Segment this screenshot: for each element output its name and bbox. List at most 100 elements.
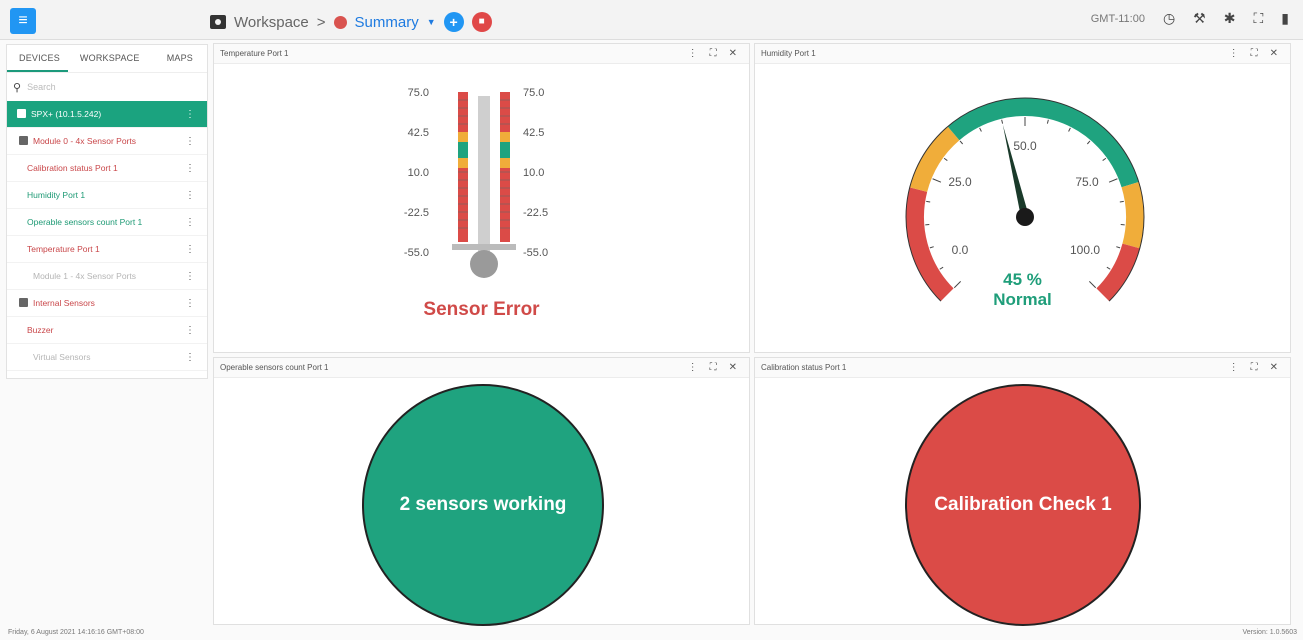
device-icon — [17, 109, 26, 118]
tab-workspace[interactable]: WORKSPACE — [68, 45, 148, 72]
tree-item-label: Virtual Sensors — [33, 352, 91, 362]
clock-icon[interactable]: ◷ — [1163, 10, 1175, 27]
breadcrumb-current[interactable]: Summary — [355, 14, 419, 31]
panel-header: Operable sensors count Port 1 ⋮ ⛶ ✕ — [214, 358, 749, 378]
close-icon[interactable]: ✕ — [1270, 358, 1278, 378]
top-bar: ≡ Workspace > Summary ▼ + ■ GMT-11:00 ◷ … — [0, 0, 1303, 40]
temp-scale-label: 42.5 — [523, 127, 544, 139]
more-options-icon[interactable]: ⋮ — [185, 344, 195, 371]
tree-item-calibration[interactable]: Calibration status Port 1 ⋮ — [7, 155, 207, 182]
more-options-icon[interactable]: ⋮ — [185, 263, 195, 290]
module-icon — [19, 136, 28, 145]
humidity-value: 45 % — [1003, 270, 1042, 289]
tree-item-label: SPX+ (10.1.5.242) — [31, 109, 102, 119]
panel-title: Humidity Port 1 — [761, 49, 816, 58]
temp-scale-label: 42.5 — [408, 127, 429, 139]
humidity-panel: Humidity Port 1 ⋮ ⛶ ✕ 0.0 25.0 50.0 75.0… — [754, 43, 1291, 353]
save-icon[interactable]: ■ — [471, 12, 492, 32]
temperature-status: Sensor Error — [423, 299, 540, 320]
status-datetime: Friday, 6 August 2021 14:16:16 GMT+08:00 — [8, 629, 144, 636]
panel-title: Operable sensors count Port 1 — [220, 363, 329, 372]
more-options-icon[interactable]: ⋮ — [688, 358, 698, 378]
tree-item-module-0[interactable]: Module 0 - 4x Sensor Ports ⋮ — [7, 128, 207, 155]
fullscreen-icon[interactable]: ⛶ — [1253, 10, 1263, 27]
search-input[interactable]: Search — [27, 82, 56, 92]
more-options-icon[interactable]: ⋮ — [185, 209, 195, 236]
more-options-icon[interactable]: ⋮ — [185, 290, 195, 317]
close-icon[interactable]: ✕ — [1270, 44, 1278, 64]
gauge-scale-label: 0.0 — [952, 243, 969, 257]
temp-scale-label: 75.0 — [408, 87, 429, 99]
panel-tools: ⋮ ⛶ ✕ — [1229, 358, 1278, 378]
more-options-icon[interactable]: ⋮ — [185, 155, 195, 182]
gauge-arc-segment — [947, 98, 1139, 188]
trash-icon[interactable]: ▮ — [1281, 10, 1289, 27]
tree-item-virtual-sensors[interactable]: Virtual Sensors ⋮ — [7, 344, 207, 371]
wrench-icon[interactable]: ⚒ — [1193, 10, 1206, 27]
tree-item-temperature[interactable]: Temperature Port 1 ⋮ — [7, 236, 207, 263]
chevron-down-icon[interactable]: ▼ — [427, 17, 436, 27]
breadcrumb-root[interactable]: Workspace — [234, 14, 309, 31]
tree-item-label: Humidity Port 1 — [27, 190, 86, 200]
module-icon — [19, 298, 28, 307]
menu-icon[interactable]: ≡ — [10, 8, 36, 34]
panel-header: Temperature Port 1 ⋮ ⛶ ✕ — [214, 44, 749, 64]
temp-scale-label: -55.0 — [404, 247, 429, 259]
tree-item-module-1[interactable]: Module 1 - 4x Sensor Ports ⋮ — [7, 263, 207, 290]
more-options-icon[interactable]: ⋮ — [185, 236, 195, 263]
more-options-icon[interactable]: ⋮ — [185, 101, 195, 128]
calibration-panel: Calibration status Port 1 ⋮ ⛶ ✕ Calibrat… — [754, 357, 1291, 626]
camera-icon[interactable] — [210, 15, 226, 29]
tree-item-humidity[interactable]: Humidity Port 1 ⋮ — [7, 182, 207, 209]
operable-sensors-panel: Operable sensors count Port 1 ⋮ ⛶ ✕ 2 se… — [213, 357, 750, 626]
breadcrumb: Workspace > Summary ▼ + ■ — [210, 11, 492, 33]
tab-maps[interactable]: MAPS — [155, 45, 207, 72]
gauge-scale-label: 25.0 — [948, 175, 972, 189]
tree-item-operable[interactable]: Operable sensors count Port 1 ⋮ — [7, 209, 207, 236]
panel-title: Temperature Port 1 — [220, 49, 289, 58]
status-bar: Friday, 6 August 2021 14:16:16 GMT+08:00… — [0, 626, 1303, 640]
add-icon[interactable]: + — [443, 12, 464, 32]
fullscreen-icon[interactable]: ⛶ — [710, 44, 717, 64]
gauge-arc-segment — [1121, 182, 1144, 249]
tree-item-spx[interactable]: SPX+ (10.1.5.242) ⋮ — [7, 101, 207, 128]
thermometer-bulb — [470, 250, 498, 278]
tree-item-buzzer[interactable]: Buzzer ⋮ — [7, 317, 207, 344]
breadcrumb-separator: > — [316, 13, 326, 31]
panel-tools: ⋮ ⛶ ✕ — [1229, 44, 1278, 64]
search-box[interactable]: ⚲ Search — [7, 73, 207, 101]
tree-item-label: Buzzer — [27, 325, 54, 335]
tree-item-label: Operable sensors count Port 1 — [27, 217, 143, 227]
tab-devices[interactable]: DEVICES — [7, 45, 68, 72]
more-options-icon[interactable]: ⋮ — [688, 44, 698, 64]
panel-title: Calibration status Port 1 — [761, 363, 847, 372]
summary-status-dot — [333, 15, 347, 29]
gauge-scale-label: 100.0 — [1070, 243, 1100, 257]
operable-status-circle: 2 sensors working — [362, 384, 604, 626]
temp-scale-label: 75.0 — [523, 87, 544, 99]
panel-header: Calibration status Port 1 ⋮ ⛶ ✕ — [755, 358, 1290, 378]
more-options-icon[interactable]: ⋮ — [185, 317, 195, 344]
humidity-status: Normal — [993, 290, 1052, 309]
tree-item-label: Internal Sensors — [33, 298, 95, 308]
panel-header: Humidity Port 1 ⋮ ⛶ ✕ — [755, 44, 1290, 64]
panel-tools: ⋮ ⛶ ✕ — [688, 358, 737, 378]
search-icon: ⚲ — [13, 81, 22, 94]
tree-item-label: Temperature Port 1 — [27, 244, 100, 254]
more-options-icon[interactable]: ⋮ — [185, 128, 195, 155]
tree-item-internal-sensors[interactable]: Internal Sensors ⋮ — [7, 290, 207, 317]
more-options-icon[interactable]: ⋮ — [185, 182, 195, 209]
sidebar-tabs: DEVICES WORKSPACE MAPS — [7, 45, 207, 73]
close-icon[interactable]: ✕ — [729, 44, 737, 64]
fullscreen-icon[interactable]: ⛶ — [1251, 358, 1258, 378]
gauge-scale-label: 50.0 — [1013, 139, 1037, 153]
more-options-icon[interactable]: ⋮ — [1229, 358, 1239, 378]
bug-icon[interactable]: ✱ — [1224, 10, 1236, 27]
thermometer-tube — [478, 96, 490, 252]
gauge-hub — [1016, 208, 1034, 226]
fullscreen-icon[interactable]: ⛶ — [1251, 44, 1258, 64]
fullscreen-icon[interactable]: ⛶ — [710, 358, 717, 378]
temp-scale-label: -22.5 — [404, 207, 429, 219]
more-options-icon[interactable]: ⋮ — [1229, 44, 1239, 64]
close-icon[interactable]: ✕ — [729, 358, 737, 378]
